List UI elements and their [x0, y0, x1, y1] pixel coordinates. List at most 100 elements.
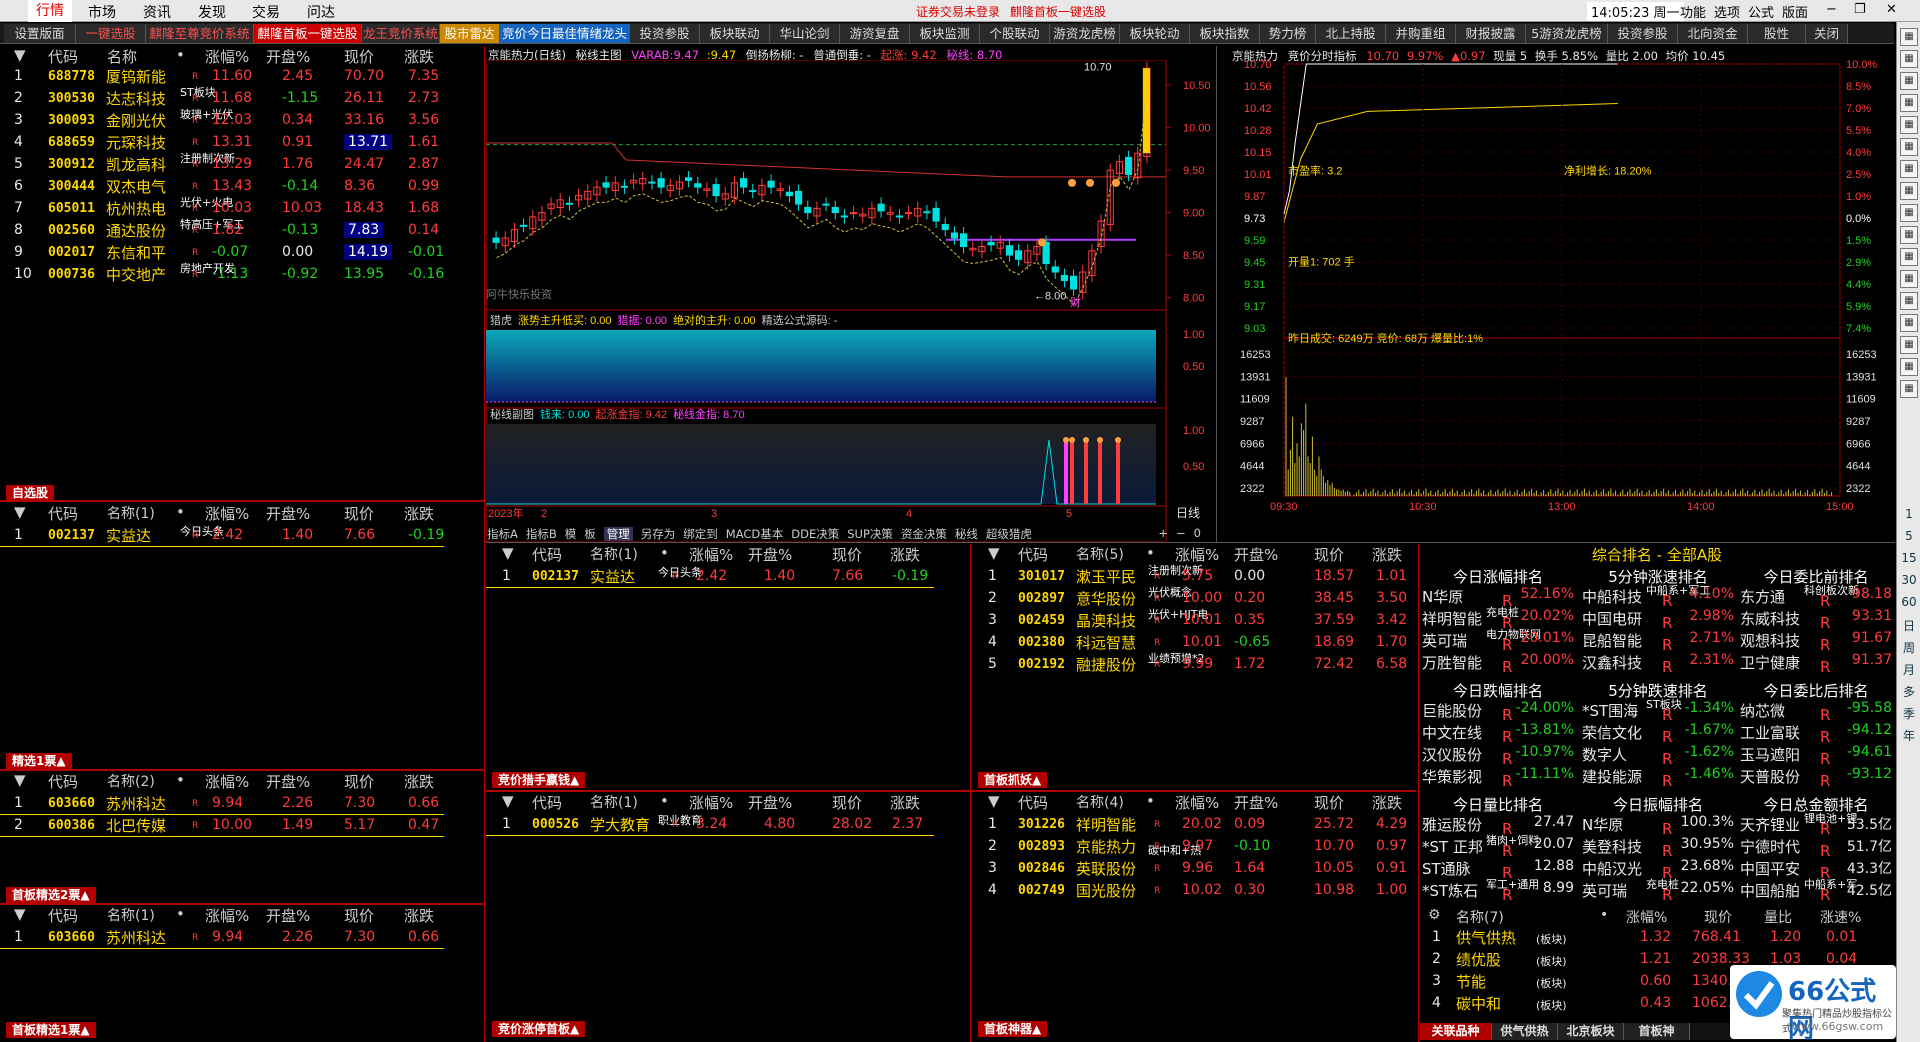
- stock-name[interactable]: 中交地产: [106, 264, 166, 285]
- stock-code[interactable]: 002893: [1018, 839, 1065, 854]
- ranking-stock-name[interactable]: 汉鑫科技: [1582, 652, 1642, 673]
- panel-title-shoubanzq[interactable]: 首板抓妖▲: [978, 772, 1048, 788]
- tab-14[interactable]: 板块轮动: [1120, 24, 1190, 43]
- ranking-stock-name[interactable]: *ST炼石: [1422, 880, 1478, 901]
- close-button[interactable]: ✕: [1886, 2, 1897, 17]
- ranking-stock-name[interactable]: 英可瑞: [1422, 630, 1467, 651]
- ranking-stock-name[interactable]: 天普股份: [1740, 766, 1800, 787]
- table-row[interactable]: 4 002749 国光股份 R 10.02 0.30 10.98 1.00: [972, 880, 1416, 902]
- stock-code[interactable]: 002897: [1018, 591, 1065, 606]
- intraday-chart[interactable]: 京能热力 竞价分时指标 10.70 9.97% ▲0.97 现量 5 换手 5.…: [1230, 46, 1894, 542]
- period-switch-5[interactable]: 日: [1897, 617, 1920, 634]
- table-row[interactable]: 6 300444 双杰电气 R 13.43 -0.14 8.36 0.99: [0, 176, 484, 198]
- col-price[interactable]: 现价: [832, 544, 862, 565]
- stock-code[interactable]: 301017: [1018, 569, 1065, 584]
- ranking-stock-name[interactable]: 雅运股份: [1422, 814, 1482, 835]
- table-row[interactable]: 1 000526 学大教育 职业教育 R 3.24 4.80 28.02 2.37: [486, 814, 934, 836]
- stock-code[interactable]: 002560: [48, 223, 95, 238]
- stock-code[interactable]: 002137: [532, 569, 579, 584]
- col-chg[interactable]: 涨幅%: [689, 544, 733, 565]
- panel-title-jingjia-zt[interactable]: 竞价涨停首板▲: [492, 1021, 586, 1037]
- col-code[interactable]: 代码: [48, 503, 78, 524]
- indicator-tab-7[interactable]: MACD基本: [726, 527, 783, 541]
- indicator-tab-3[interactable]: 板: [584, 527, 596, 541]
- col-price[interactable]: 现价: [344, 771, 374, 792]
- ranking-stock-name[interactable]: 昆船智能: [1582, 630, 1642, 651]
- stock-name[interactable]: 东信和平: [106, 242, 166, 263]
- sector-tab-2[interactable]: 北京板块: [1558, 1023, 1624, 1040]
- col-chg[interactable]: 涨幅%: [205, 905, 249, 926]
- table-row[interactable]: 3 002459 晶澳科技 光伏+HJT电 R 10.01 0.35 37.59 3.42: [972, 608, 1416, 632]
- stock-code[interactable]: 300444: [48, 179, 95, 194]
- ranking-stock-name[interactable]: 祥明智能: [1422, 608, 1482, 629]
- minimize-button[interactable]: −: [1826, 2, 1837, 17]
- indicator-tab-11[interactable]: 秘线: [955, 527, 978, 541]
- indicator-tab-10[interactable]: 资金决策: [901, 527, 947, 541]
- toolbar-icon[interactable]: ▦: [1900, 182, 1918, 200]
- table-row[interactable]: 1 002137 实益达 今日头条 R 2.42 1.40 7.66 -0.19: [486, 566, 934, 588]
- table-row[interactable]: 1 301226 祥明智能 R 20.02 0.09 25.72 4.29: [972, 814, 1416, 836]
- ranking-block-title[interactable]: 今日振幅排名: [1580, 794, 1736, 815]
- period-switch-3[interactable]: 30: [1897, 573, 1920, 587]
- toolbar-icon[interactable]: ▦: [1900, 94, 1918, 112]
- table-row[interactable]: 2 300530 达志科技 ST板块 R 11.68 -1.15 26.11 2.73: [0, 86, 484, 110]
- col-name[interactable]: 名称(5): [1076, 544, 1124, 564]
- menu-gongneng[interactable]: 功能: [1680, 2, 1706, 21]
- table-row[interactable]: 1 688778 厦钨新能 R 11.60 2.45 70.70 7.35: [0, 66, 484, 88]
- toolbar-icon[interactable]: ▦: [1900, 380, 1918, 398]
- ranking-stock-name[interactable]: 宁德时代: [1740, 836, 1800, 857]
- stock-name[interactable]: 金刚光伏: [106, 110, 166, 131]
- table-row[interactable]: 1 603660 苏州科达 R 9.94 2.26 7.30 0.66: [0, 793, 444, 815]
- stock-name[interactable]: 科远智慧: [1076, 632, 1136, 653]
- ranking-stock-name[interactable]: 数字人: [1582, 744, 1627, 765]
- tab-17[interactable]: 北上持股: [1316, 24, 1386, 43]
- stock-code[interactable]: 000526: [532, 817, 579, 832]
- col-name[interactable]: 名称(1): [590, 544, 638, 564]
- table-row[interactable]: 1 301017 漱玉平民 注册制次新 R 5.75 0.00 18.57 1.01: [972, 564, 1416, 588]
- menu-shichang[interactable]: 市场: [88, 2, 116, 22]
- ranking-stock-name[interactable]: 玉马遮阳: [1740, 744, 1800, 765]
- toolbar-icon[interactable]: ▦: [1900, 28, 1918, 46]
- col-price[interactable]: 现价: [344, 46, 374, 67]
- tab-15[interactable]: 板块指数: [1190, 24, 1260, 43]
- toolbar-icon[interactable]: ▦: [1900, 116, 1918, 134]
- indicator-tab-9[interactable]: SUP决策: [847, 527, 893, 541]
- col-speed[interactable]: 涨速%: [1820, 907, 1861, 927]
- panel-title-shoubanjx1[interactable]: 首板精选1票▲: [6, 1022, 96, 1038]
- ranking-stock-name[interactable]: 东方通: [1740, 586, 1785, 607]
- col-diff[interactable]: 涨跌: [404, 771, 434, 792]
- stock-code[interactable]: 002137: [48, 528, 95, 543]
- menu-xuanxiang[interactable]: 选项: [1714, 2, 1740, 21]
- ranking-stock-name[interactable]: 中国船舶: [1740, 880, 1800, 901]
- col-open[interactable]: 开盘%: [1234, 792, 1278, 813]
- panel-title-jingjia-qs[interactable]: 竞价猎手嬴钱▲: [492, 772, 586, 788]
- toolbar-icon[interactable]: ▦: [1900, 336, 1918, 354]
- col-diff[interactable]: 涨跌: [404, 503, 434, 524]
- tab-23[interactable]: 股性: [1748, 24, 1806, 43]
- sector-tab-0[interactable]: 关联品种: [1420, 1023, 1492, 1040]
- col-chg[interactable]: 涨幅%: [205, 46, 249, 67]
- col-name[interactable]: 名称(4): [1076, 792, 1124, 812]
- indicator-tab-4[interactable]: 管理: [603, 527, 633, 541]
- stock-name[interactable]: 实益达: [590, 566, 635, 587]
- tab-12[interactable]: 个股联动: [980, 24, 1050, 43]
- login-status[interactable]: 证券交易未登录: [916, 3, 1000, 20]
- col-name[interactable]: 名称(1): [590, 792, 638, 812]
- period-switch-8[interactable]: 多: [1897, 683, 1920, 700]
- toolbar-icon[interactable]: ▦: [1900, 50, 1918, 68]
- ranking-stock-name[interactable]: *ST 正邦: [1422, 836, 1483, 857]
- stock-code[interactable]: 002749: [1018, 883, 1065, 898]
- table-row[interactable]: 5 002192 融捷股份 业绩预增*2 R 9.99 1.72 72.42 6.58: [972, 652, 1416, 676]
- col-open[interactable]: 开盘%: [748, 544, 792, 565]
- ranking-block-title[interactable]: 今日涨幅排名: [1420, 566, 1576, 587]
- stock-name[interactable]: 凯龙高科: [106, 154, 166, 175]
- stock-name[interactable]: 通达股份: [106, 220, 166, 241]
- ranking-stock-name[interactable]: 东威科技: [1740, 608, 1800, 629]
- gear-icon[interactable]: ⚙: [1428, 907, 1441, 923]
- menu-jiaoyi[interactable]: 交易: [252, 2, 280, 22]
- stock-code[interactable]: 300912: [48, 157, 95, 172]
- table-row[interactable]: 3 002846 英联股份 R 9.96 1.64 10.05 0.91: [972, 858, 1416, 880]
- stock-name[interactable]: 元琛科技: [106, 132, 166, 153]
- table-row[interactable]: 1 603660 苏州科达 R 9.94 2.26 7.30 0.66: [0, 927, 444, 949]
- menu-zixun[interactable]: 资讯: [143, 2, 171, 22]
